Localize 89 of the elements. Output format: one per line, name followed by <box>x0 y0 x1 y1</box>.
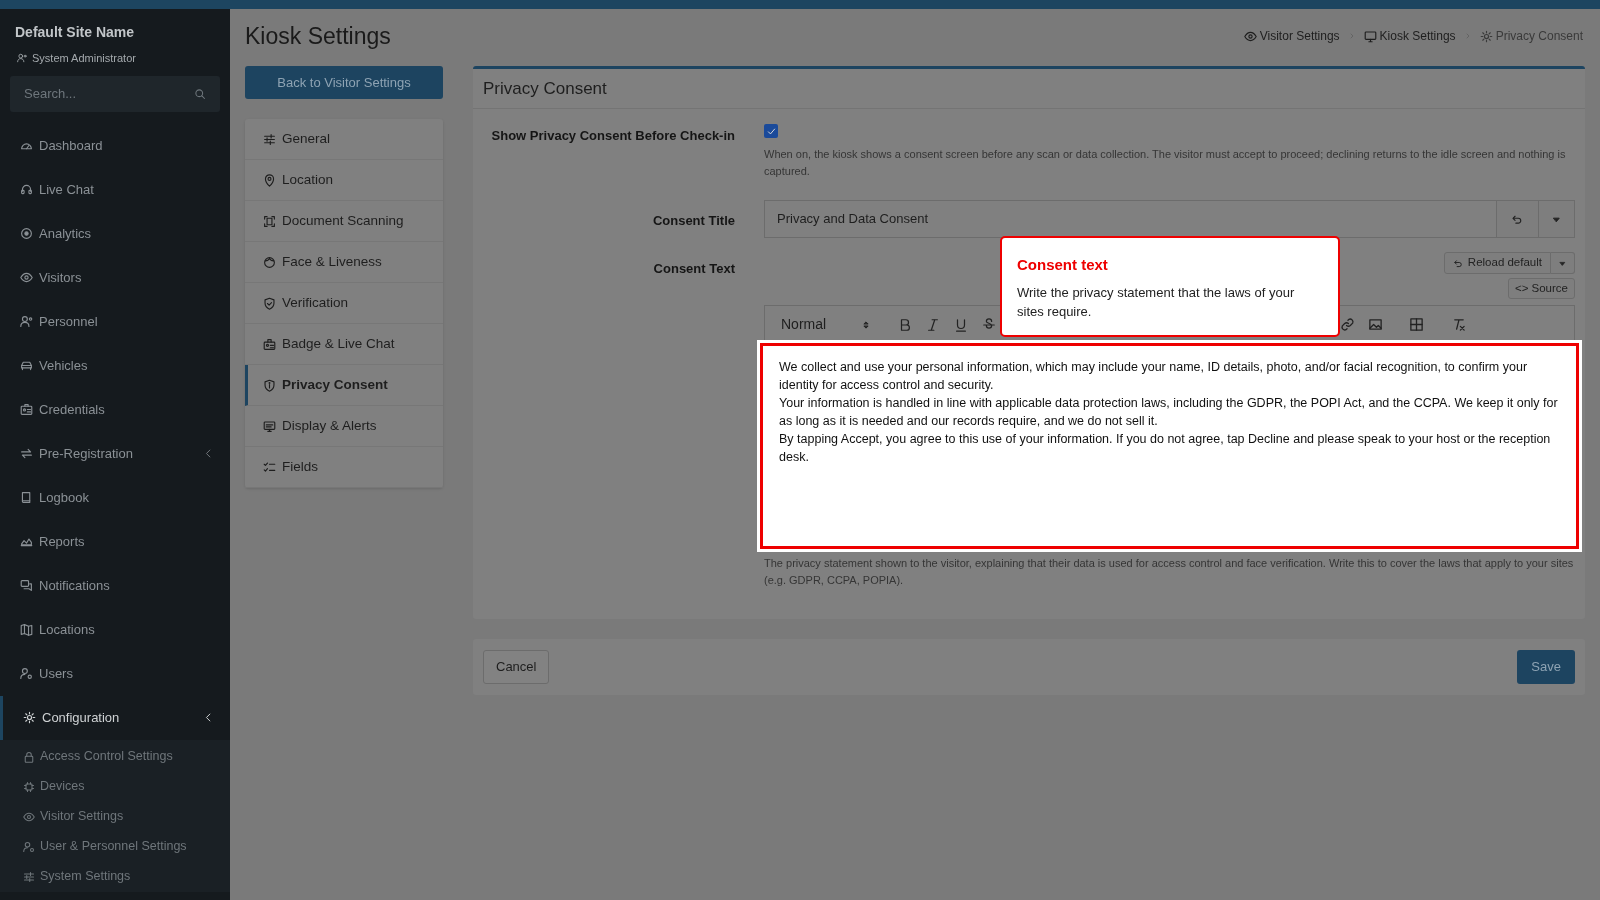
card-title: Privacy Consent <box>473 69 1585 109</box>
section-menu-item[interactable]: Fields <box>245 447 443 488</box>
sidebar-item[interactable]: Locations <box>0 607 230 652</box>
source-button[interactable]: <> Source <box>1507 278 1575 299</box>
sliders-icon <box>23 870 35 883</box>
id-card-icon <box>20 403 33 416</box>
submenu-item[interactable]: Devices <box>0 771 230 802</box>
bold-icon <box>898 317 912 332</box>
section-menu-item[interactable]: General <box>245 119 443 160</box>
undo-icon <box>1452 257 1464 269</box>
submenu-item[interactable]: Access Control Settings <box>0 741 230 772</box>
tooltip-title: Consent text <box>1017 255 1109 275</box>
dropdown-button[interactable] <box>1551 252 1575 274</box>
monitor-icon <box>1363 29 1377 43</box>
submenu-item[interactable]: System Settings <box>0 861 230 892</box>
checklist-icon <box>263 460 276 474</box>
user-role: System Administrator <box>32 51 136 66</box>
search-field[interactable]: Search... <box>10 75 220 112</box>
tooltip-text: Write the privacy statement that the laws of your sites require. <box>1017 283 1296 321</box>
title-field[interactable]: Privacy and Data Consent <box>764 200 1497 238</box>
car-icon <box>20 359 33 372</box>
field-label: Show Privacy Consent Before Check-in <box>490 127 735 145</box>
field-label: Consent Text <box>652 260 735 278</box>
arrows-icon <box>20 447 33 460</box>
sidebar-item[interactable]: Dashboard <box>0 123 230 168</box>
sidebar-item[interactable]: Personnel <box>0 299 230 344</box>
italic-icon <box>926 317 940 332</box>
face-icon <box>263 255 276 269</box>
link-icon <box>1339 317 1355 332</box>
sidebar-item[interactable]: Logbook <box>0 475 230 520</box>
headset-icon <box>20 183 33 196</box>
section-menu-item[interactable]: Verification <box>245 283 443 324</box>
shield-icon <box>263 296 276 310</box>
person-icon <box>20 315 33 328</box>
underline-icon <box>954 317 968 332</box>
section-menu-item[interactable]: Badge & Live Chat <box>245 324 443 365</box>
display-icon <box>263 419 276 433</box>
help-text: The privacy statement shown to the visitor, explaining that their data is used for access control and face verification. Write this to cover the laws that apply to your sites (e.g. GDPR, CCPA, POPIA). <box>764 556 1575 588</box>
cancel-button[interactable]: Cancel <box>483 650 550 684</box>
chat-icon <box>20 579 33 592</box>
submenu-item[interactable]: Visitor Settings <box>0 801 230 832</box>
consent-text-editor[interactable]: We collect and use your personal information, which may include your name, ID details, photo, and/or facial recognition, to confirm your identity for access control and security. Your information is handled in line with applicable data protection laws, including the GDPR, the POPI Act, and the CCPA. We keep it only for as long as it is needed and our records require, and we do not sell it. By tapping Accept, you agree to this use of your information. If you do not agree, tap Decline and please speak to your host or the reception desk. <box>760 343 1579 549</box>
sidebar-item[interactable]: Live Chat <box>0 167 230 212</box>
map-icon <box>20 623 33 636</box>
scan-icon <box>263 214 276 228</box>
sidebar-item[interactable]: Credentials <box>0 387 230 432</box>
sidebar-item[interactable]: Visitors <box>0 255 230 300</box>
save-button[interactable]: Save <box>1517 650 1575 684</box>
field-label: Consent Title <box>651 212 735 230</box>
sidebar-item[interactable]: Pre-Registration <box>0 431 230 476</box>
sidebar-item[interactable]: Vehicles <box>0 343 230 388</box>
section-menu-item[interactable]: Privacy Consent <box>245 365 443 406</box>
site-name: Default Site Name <box>15 23 136 42</box>
sidebar-item[interactable]: Analytics <box>0 211 230 256</box>
sort-icon <box>861 319 871 330</box>
lock-icon <box>23 750 35 763</box>
book-icon <box>20 491 33 504</box>
sidebar-item[interactable]: Reports <box>0 519 230 564</box>
sidebar-item[interactable]: Notifications <box>0 563 230 608</box>
page-title: Kiosk Settings <box>245 21 391 51</box>
section-menu-item[interactable]: Location <box>245 160 443 201</box>
breadcrumb-link[interactable]: Kiosk Settings <box>1363 27 1456 45</box>
section-menu-item[interactable]: Display & Alerts <box>245 406 443 447</box>
sliders-icon <box>263 132 276 146</box>
section-menu-item[interactable]: Face & Liveness <box>245 242 443 283</box>
eye-icon <box>23 810 35 823</box>
sidebar-item[interactable]: Users <box>0 651 230 696</box>
location-pin-icon <box>263 173 276 187</box>
format-select[interactable]: Normal <box>781 314 871 335</box>
image-icon <box>1367 317 1383 332</box>
person-icon <box>17 53 27 64</box>
section-menu-item[interactable]: Document Scanning <box>245 201 443 242</box>
submenu-item[interactable]: User & Personnel Settings <box>0 831 230 862</box>
breadcrumb-link[interactable]: Visitor Settings <box>1243 27 1340 45</box>
search-icon <box>194 87 206 100</box>
breadcrumb-link[interactable]: Privacy Consent <box>1479 27 1583 45</box>
chip-icon <box>23 780 35 793</box>
table-icon <box>1408 317 1424 332</box>
target-icon <box>20 227 33 240</box>
reload-default-button[interactable]: Reload default <box>1443 252 1551 274</box>
badge-icon <box>263 337 276 351</box>
shield-icon <box>263 378 276 392</box>
strikethrough-icon <box>982 317 996 332</box>
help-text: When on, the kiosk shows a consent screen before any scan or data collection. The visitor must accept to proceed; declining returns to the idle screen and nothing is captured. <box>764 147 1567 179</box>
eye-icon <box>1243 29 1257 43</box>
consent-checkbox[interactable] <box>764 124 778 138</box>
eye-icon <box>20 271 33 284</box>
back-button[interactable]: Back to Visitor Settings <box>245 66 443 99</box>
check-icon <box>765 125 777 137</box>
